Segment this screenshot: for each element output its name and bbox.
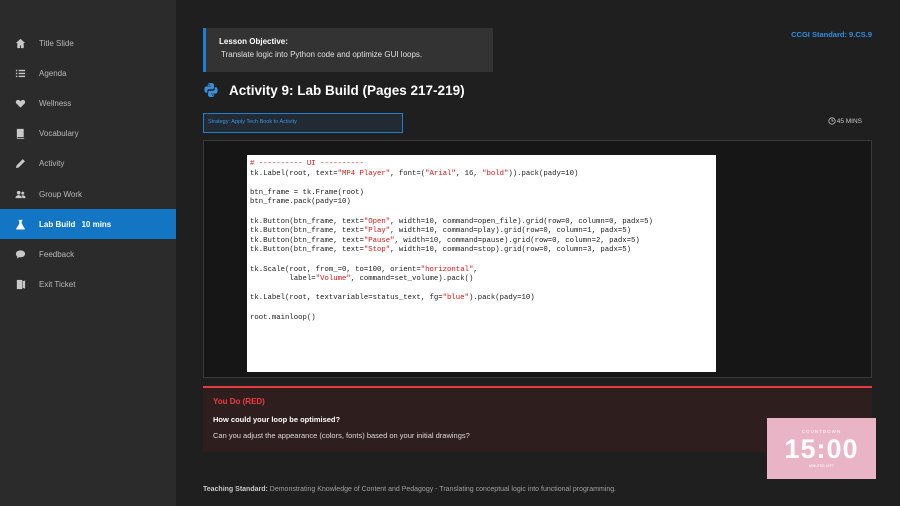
clock-icon bbox=[828, 117, 836, 125]
code-string: "Stop" bbox=[363, 246, 391, 255]
code-line: # ---------- UI ---------- bbox=[250, 160, 364, 168]
objective-title: Lesson Objective: bbox=[219, 37, 288, 46]
sidebar-item-label: Wellness bbox=[39, 98, 72, 108]
sidebar-item-label: Activity bbox=[39, 159, 65, 169]
you-do-label: You Do (RED) bbox=[213, 397, 265, 406]
comment-icon bbox=[14, 248, 26, 260]
lesson-objective-box: Lesson Objective: Translate logic into P… bbox=[203, 28, 493, 72]
sidebar-item-wellness[interactable]: Wellness bbox=[0, 88, 176, 118]
code-line: tk.Button(btn_frame, text="Pause", width… bbox=[250, 236, 640, 245]
code-line: tk.Button(btn_frame, text="Stop", width=… bbox=[250, 246, 631, 255]
sidebar-item-label: Title Slide bbox=[39, 38, 74, 48]
timer-label: 45 MINS bbox=[836, 117, 862, 125]
code-line: tk.Button(btn_frame, text="Play", width=… bbox=[250, 227, 631, 236]
app-window: Title Slide Agenda Wellness Vocabulary Activ… bbox=[0, 0, 900, 506]
countdown-timer: COUNTDOWN 15:00 MINUTES LEFT bbox=[767, 418, 876, 479]
countdown-time: 15:00 bbox=[784, 434, 859, 464]
sidebar-item-label: Feedback bbox=[39, 249, 75, 259]
sidebar-item-title-slide[interactable]: Title Slide bbox=[0, 28, 176, 58]
sidebar-item-feedback[interactable]: Feedback bbox=[0, 239, 176, 269]
activity-heading: Activity 9: Lab Build (Pages 217-219) bbox=[203, 82, 465, 98]
sidebar-item-agenda[interactable]: Agenda bbox=[0, 58, 176, 88]
code-string: "Pause" bbox=[363, 236, 395, 245]
sidebar-item-activity[interactable]: Activity bbox=[0, 149, 176, 179]
code-image: # ---------- UI ---------- tk.Label(root,… bbox=[247, 155, 716, 372]
sidebar-item-label: Agenda bbox=[39, 68, 67, 78]
list-icon bbox=[14, 67, 26, 79]
code-string: "horizontal" bbox=[420, 265, 474, 274]
sidebar-item-vocabulary[interactable]: Vocabulary bbox=[0, 119, 176, 149]
objective-text: Translate logic into Python code and opt… bbox=[221, 50, 423, 59]
teaching-standard-footer: Teaching Standard: Demonstrating Knowled… bbox=[203, 486, 616, 493]
footer-label: Teaching Standard: bbox=[203, 486, 268, 493]
sidebar-item-extra: 10 mins bbox=[81, 219, 112, 229]
code-line: tk.Label(root, text="MP4 Player", font=(… bbox=[250, 169, 579, 178]
code-string: "Arial" bbox=[425, 169, 456, 178]
standard-label: CCGI Standard: 9.CS.9 bbox=[791, 30, 872, 39]
code-line: root.mainloop() bbox=[250, 313, 316, 322]
sidebar-item-lab-build[interactable]: Lab Build 10 mins bbox=[0, 209, 176, 240]
door-icon bbox=[14, 279, 26, 291]
heart-icon bbox=[14, 97, 26, 109]
code-line: tk.Button(btn_frame, text="Open", width=… bbox=[250, 217, 653, 226]
countdown-sub: MINUTES LEFT bbox=[808, 464, 835, 468]
code-line: btn_frame = tk.Frame(root) bbox=[250, 188, 364, 197]
code-line: label="Volume", command=set_volume).pack… bbox=[250, 275, 474, 284]
code-line: btn_frame.pack(pady=10) bbox=[250, 198, 351, 207]
sidebar-item-label: Group Work bbox=[39, 189, 82, 199]
sidebar-item-group-work[interactable]: Group Work bbox=[0, 179, 176, 209]
strategy-button[interactable]: Strategy: Apply Tech Book to Activity bbox=[203, 113, 403, 133]
sidebar-item-label: Lab Build bbox=[39, 219, 76, 229]
code-string: "blue" bbox=[442, 294, 469, 303]
sidebar-item-exit-ticket[interactable]: Exit Ticket bbox=[0, 270, 176, 300]
code-string: "Play" bbox=[363, 227, 391, 236]
sidebar: Title Slide Agenda Wellness Vocabulary Activ… bbox=[0, 0, 176, 506]
code-string: "Open" bbox=[363, 217, 391, 226]
book-icon bbox=[14, 128, 26, 140]
sidebar-item-label: Vocabulary bbox=[39, 129, 79, 139]
flask-icon bbox=[14, 218, 26, 230]
users-icon bbox=[14, 188, 26, 200]
code-line: tk.Label(root, textvariable=status_text,… bbox=[250, 294, 535, 303]
timer: 45 MINS bbox=[828, 117, 862, 125]
code-panel: # ---------- UI ---------- tk.Label(root,… bbox=[203, 140, 872, 378]
code-string: "bold" bbox=[482, 169, 509, 178]
python-icon bbox=[204, 83, 218, 97]
page-title: Activity 9: Lab Build (Pages 217-219) bbox=[229, 82, 465, 98]
code-line: tk.Scale(root, from_=0, to=100, orient="… bbox=[250, 265, 478, 274]
footer-text: Demonstrating Knowledge of Content and P… bbox=[267, 486, 617, 493]
pencil-icon bbox=[14, 158, 26, 170]
sidebar-item-label: Exit Ticket bbox=[39, 280, 76, 290]
code-string: "Volume" bbox=[315, 275, 351, 284]
code-string: "MP4 Player" bbox=[337, 169, 391, 178]
home-icon bbox=[14, 37, 26, 49]
